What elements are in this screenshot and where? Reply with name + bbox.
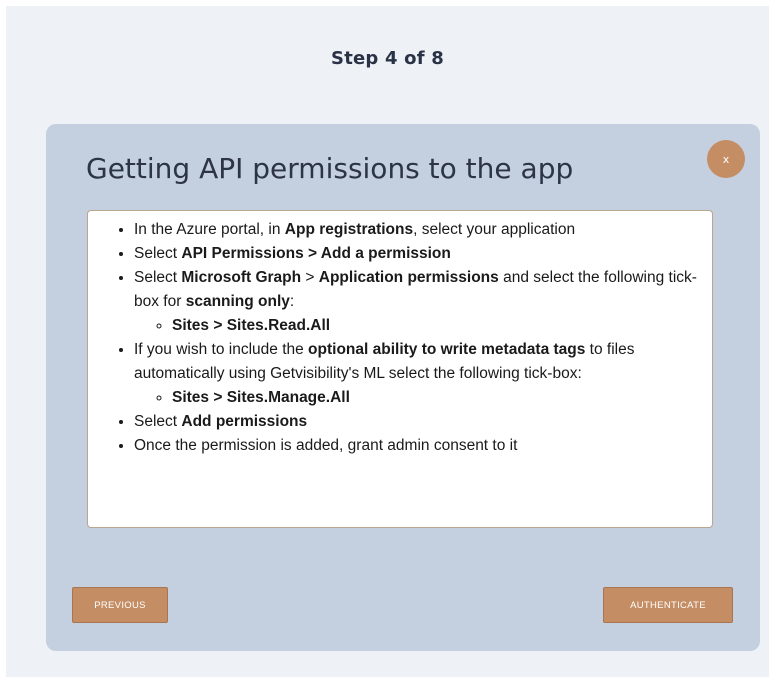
- close-button[interactable]: x: [707, 140, 745, 178]
- dialog-title: Getting API permissions to the app: [86, 152, 574, 185]
- instruction-emphasis: Add permissions: [181, 413, 308, 430]
- instruction-list: In the Azure portal, in App registration…: [96, 218, 704, 458]
- permission-sublist: Sites > Sites.Read.All: [134, 314, 704, 338]
- instruction-emphasis: API Permissions > Add a permission: [181, 245, 451, 262]
- instruction-text: Select: [134, 245, 182, 262]
- instruction-text: Select: [134, 413, 182, 430]
- permissions-dialog: Getting API permissions to the app x In …: [46, 124, 760, 651]
- permission-scope: Sites > Sites.Read.All: [172, 314, 704, 338]
- instruction-item: Select Add permissions: [134, 410, 704, 434]
- authenticate-button[interactable]: AUTHENTICATE: [603, 587, 733, 623]
- permission-scope: Sites > Sites.Manage.All: [172, 386, 704, 410]
- instruction-text: Select: [134, 269, 182, 286]
- instruction-text: In the Azure portal, in: [134, 221, 285, 238]
- permission-scope-label: Sites > Sites.Read.All: [172, 317, 331, 334]
- step-indicator: Step 4 of 8: [331, 48, 444, 69]
- permission-scope-label: Sites > Sites.Manage.All: [172, 389, 350, 406]
- instruction-emphasis: App registrations: [284, 221, 414, 238]
- instruction-text: If you wish to include the: [134, 341, 309, 358]
- instruction-text: Once the permission is added, grant admi…: [134, 437, 518, 454]
- instruction-item: Select Microsoft Graph > Application per…: [134, 266, 704, 338]
- instruction-emphasis: Application permissions: [318, 269, 499, 286]
- instruction-item: In the Azure portal, in App registration…: [134, 218, 704, 242]
- instruction-item: If you wish to include the optional abil…: [134, 338, 704, 410]
- instruction-text: >: [301, 269, 319, 286]
- instruction-item: Once the permission is added, grant admi…: [134, 434, 704, 458]
- instruction-text: , select your application: [413, 221, 576, 238]
- close-icon: x: [722, 152, 730, 166]
- instruction-item: Select API Permissions > Add a permissio…: [134, 242, 704, 266]
- instruction-text: :: [289, 293, 295, 310]
- instruction-emphasis: Microsoft Graph: [181, 269, 302, 286]
- permission-sublist: Sites > Sites.Manage.All: [134, 386, 704, 410]
- instructions-box: In the Azure portal, in App registration…: [87, 210, 713, 528]
- instruction-emphasis: optional ability to write metadata tags: [308, 341, 586, 358]
- instruction-emphasis: scanning only: [185, 293, 290, 310]
- previous-button[interactable]: PREVIOUS: [72, 587, 168, 623]
